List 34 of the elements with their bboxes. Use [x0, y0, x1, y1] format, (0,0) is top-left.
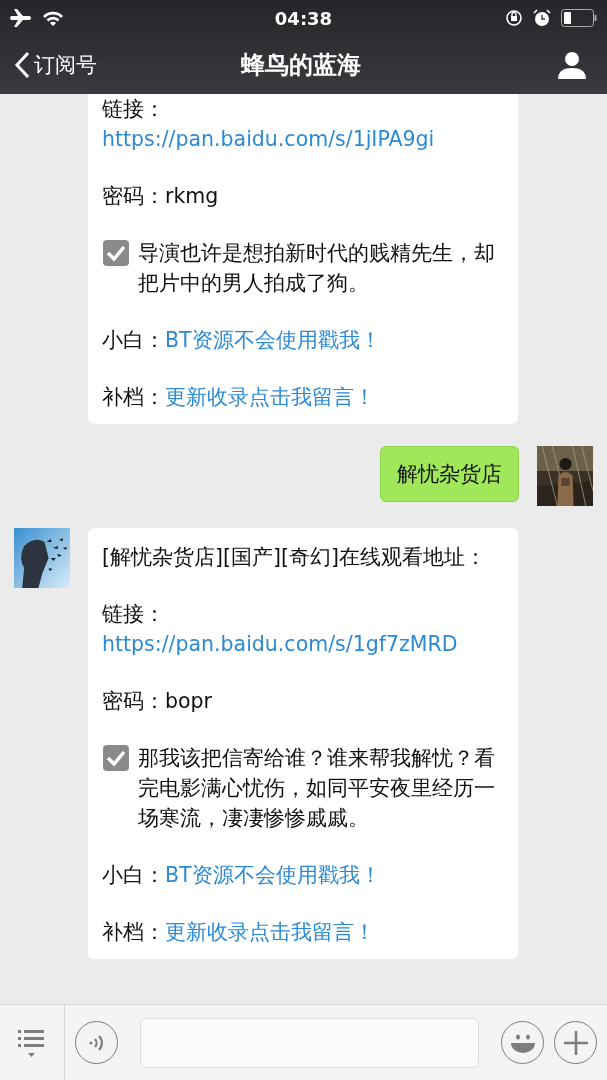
- wifi-icon: [42, 10, 64, 26]
- status-time: 04:38: [274, 7, 333, 29]
- link-caption: 小白：: [102, 328, 165, 352]
- message-text: 解忧杂货店: [397, 461, 502, 488]
- download-link[interactable]: https://pan.baidu.com/s/1gf7zMRD: [102, 632, 458, 656]
- rotation-lock-icon: [505, 9, 523, 27]
- checkmark-icon: [102, 744, 130, 772]
- airplane-icon: [10, 9, 32, 27]
- checkmark-icon: [102, 239, 130, 267]
- message-text: [解忧杂货店][国产][奇幻]在线观看地址：: [102, 544, 487, 571]
- link-label: 链接：: [102, 96, 166, 123]
- text-link[interactable]: 更新收录点击我留言！: [165, 920, 375, 944]
- download-link[interactable]: https://pan.baidu.com/s/1jIPA9gi: [102, 127, 435, 151]
- battery-icon: [561, 9, 597, 27]
- password-value: bopr: [165, 689, 212, 713]
- back-chevron-icon: [14, 51, 30, 79]
- message-input[interactable]: [140, 1017, 479, 1068]
- chat-title: 蜂鸟的蓝海: [240, 50, 361, 81]
- alarm-icon: [533, 9, 551, 27]
- password-label: 密码：: [102, 184, 165, 208]
- link-caption: 补档：: [102, 385, 165, 409]
- password-label: 密码：: [102, 689, 165, 713]
- message-text: 导演也许是想拍新时代的贱精先生，却把片中的男人拍成了狗。: [138, 240, 496, 297]
- text-link[interactable]: 更新收录点击我留言！: [165, 385, 375, 409]
- back-button[interactable]: 订阅号: [14, 51, 144, 79]
- text-link[interactable]: BT资源不会使用戳我！: [165, 328, 381, 352]
- plus-icon: [562, 1029, 589, 1056]
- link-label: 链接：: [102, 601, 166, 628]
- profile-icon[interactable]: [557, 51, 587, 79]
- link-caption: 小白：: [102, 863, 165, 887]
- text-link[interactable]: BT资源不会使用戳我！: [165, 863, 381, 887]
- message-text: 那我该把信寄给谁？谁来帮我解忧？看完电影满心忧伤，如同平安夜里经历一场寒流，凄凄惨惨戚戚。: [138, 745, 496, 832]
- link-caption: 补档：: [102, 920, 165, 944]
- password-value: rkmg: [165, 184, 219, 208]
